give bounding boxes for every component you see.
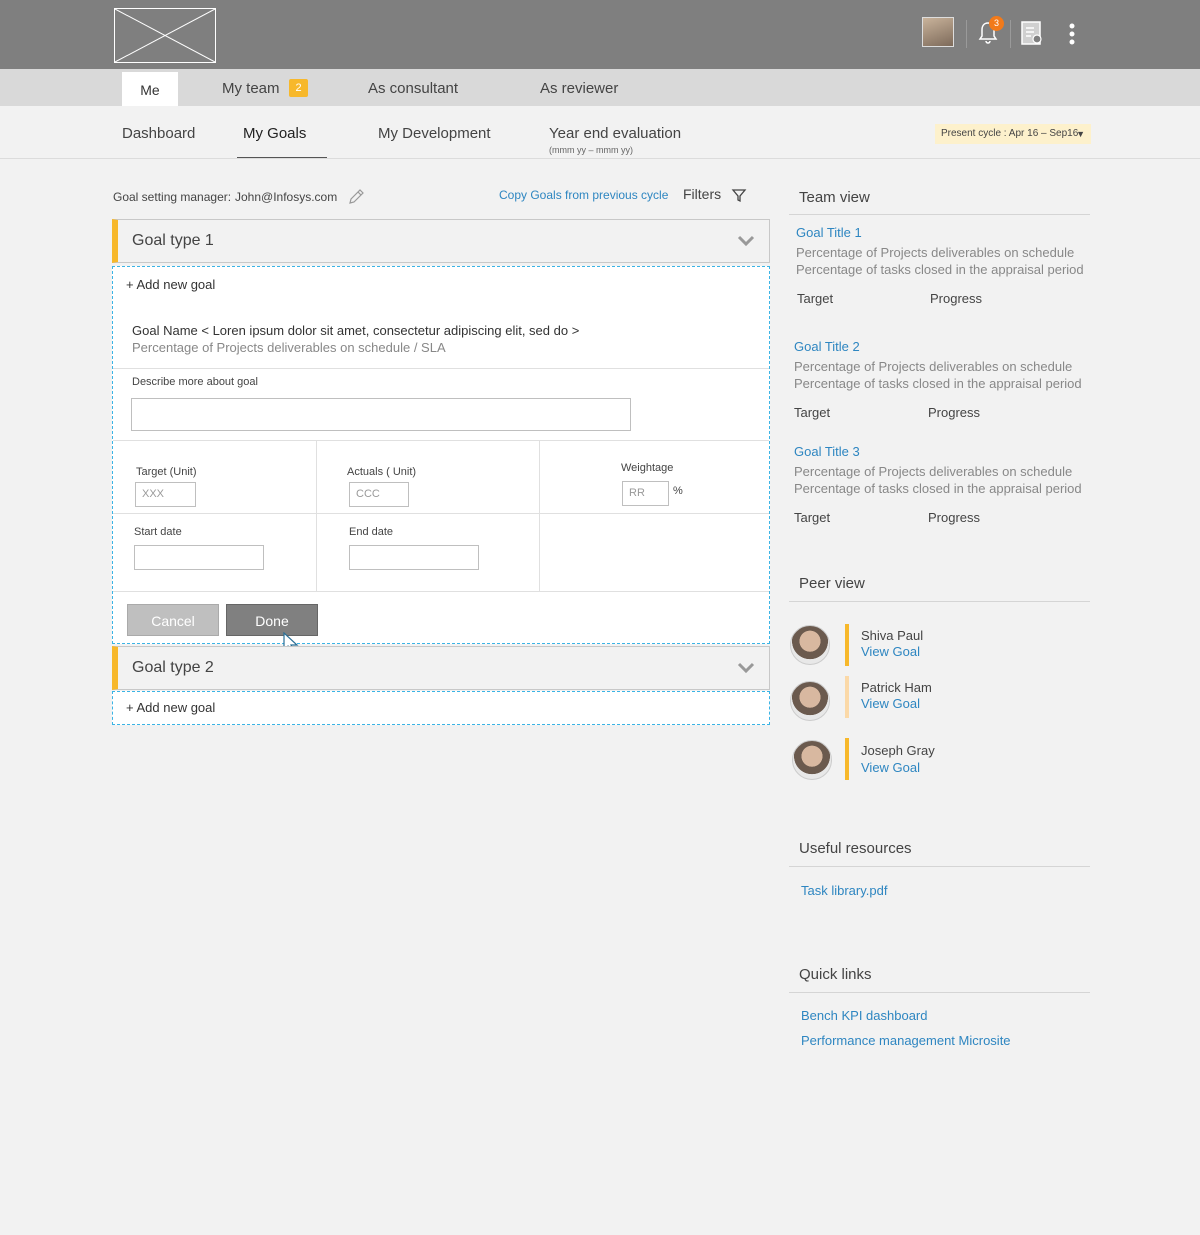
divider xyxy=(113,368,769,369)
peer-avatar xyxy=(792,740,832,780)
peer-name: Joseph Gray xyxy=(861,743,935,758)
view-goal-link[interactable]: View Goal xyxy=(861,760,920,775)
goal-subtitle: Percentage of Projects deliverables on s… xyxy=(132,340,446,355)
filter-icon[interactable] xyxy=(731,187,747,203)
more-menu-icon[interactable] xyxy=(1064,20,1080,48)
divider xyxy=(789,992,1090,993)
quick-link[interactable]: Bench KPI dashboard xyxy=(801,1008,927,1023)
divider xyxy=(113,440,769,441)
divider xyxy=(316,440,317,591)
actuals-input[interactable]: CCC xyxy=(349,482,409,507)
team-goal-progress: Progress xyxy=(930,291,983,306)
subnav-year-end-evaluation[interactable]: Year end evaluation xyxy=(549,125,681,142)
tab-as-consultant[interactable]: As consultant xyxy=(368,80,458,97)
peer-accent-bar xyxy=(845,676,849,718)
team-goal-progress: Progress xyxy=(928,405,981,420)
goal-type-1-label: Goal type 1 xyxy=(132,232,214,249)
cycle-selector[interactable]: Present cycle : Apr 16 – Sep16 ▼ xyxy=(935,124,1091,144)
resource-link[interactable]: Task library.pdf xyxy=(801,883,887,898)
goal-type-2-header[interactable]: Goal type 2 xyxy=(112,646,770,690)
team-goal-target: Target xyxy=(794,510,831,525)
add-new-goal-link[interactable]: + Add new goal xyxy=(126,700,215,715)
notification-badge: 3 xyxy=(989,16,1004,31)
cancel-button[interactable]: Cancel xyxy=(127,604,219,636)
peer-avatar xyxy=(790,625,830,665)
divider xyxy=(789,214,1090,215)
goal-type-1-header[interactable]: Goal type 1 xyxy=(112,219,770,263)
team-goal-line2: Percentage of tasks closed in the apprai… xyxy=(794,376,1082,391)
peer-accent-bar xyxy=(845,738,849,780)
end-date-label: End date xyxy=(349,526,394,538)
team-goal-title[interactable]: Goal Title 2 xyxy=(794,339,860,354)
peer-avatar xyxy=(790,681,830,721)
done-button[interactable]: Done xyxy=(226,604,318,636)
divider xyxy=(113,513,769,514)
manager-email: John@Infosys.com xyxy=(235,190,338,204)
goal-name: Goal Name < Loren ipsum dolor sit amet, … xyxy=(132,323,580,338)
goal-form-panel: + Add new goal Goal Name < Loren ipsum d… xyxy=(112,266,770,644)
actuals-label: Actuals ( Unit) xyxy=(347,466,417,478)
tab-me[interactable]: Me xyxy=(122,72,178,106)
divider xyxy=(1010,20,1011,48)
subnav-my-development[interactable]: My Development xyxy=(378,125,491,142)
peer-view-heading: Peer view xyxy=(799,575,865,592)
describe-goal-input[interactable] xyxy=(131,398,631,431)
divider xyxy=(966,20,967,48)
team-view-heading: Team view xyxy=(799,189,870,206)
weightage-input[interactable]: RR xyxy=(622,481,669,506)
tab-my-team[interactable]: My team xyxy=(222,80,280,97)
peer-accent-bar xyxy=(845,624,849,666)
report-icon[interactable] xyxy=(1020,20,1044,46)
my-team-count-badge: 2 xyxy=(289,79,308,97)
tab-as-reviewer[interactable]: As reviewer xyxy=(540,80,618,97)
copy-goals-link[interactable]: Copy Goals from previous cycle xyxy=(499,188,668,202)
divider xyxy=(789,601,1090,602)
describe-label: Describe more about goal xyxy=(132,376,258,388)
subnav-divider xyxy=(0,158,1200,159)
start-date-label: Start date xyxy=(134,526,182,538)
percent-sign: % xyxy=(673,485,683,497)
target-input[interactable]: XXX xyxy=(135,482,196,507)
peer-name: Patrick Ham xyxy=(861,680,932,695)
goal-type-2-label: Goal type 2 xyxy=(132,659,214,676)
add-new-goal-link[interactable]: + Add new goal xyxy=(126,277,215,292)
team-goal-line1: Percentage of Projects deliverables on s… xyxy=(796,245,1075,260)
chevron-down-icon xyxy=(737,235,755,247)
chevron-down-icon: ▼ xyxy=(1076,129,1085,139)
divider xyxy=(113,591,769,592)
team-goal-target: Target xyxy=(794,405,831,420)
team-goal-line1: Percentage of Projects deliverables on s… xyxy=(794,359,1073,374)
subnav-my-goals[interactable]: My Goals xyxy=(243,125,306,142)
subnav-dashboard[interactable]: Dashboard xyxy=(122,125,195,142)
filters-button[interactable]: Filters xyxy=(683,186,721,202)
goal-type-2-panel: + Add new goal xyxy=(112,691,770,725)
team-goal-title[interactable]: Goal Title 1 xyxy=(796,225,862,240)
manager-label: Goal setting manager: xyxy=(113,190,232,204)
team-goal-title[interactable]: Goal Title 3 xyxy=(794,444,860,459)
weightage-label: Weightage xyxy=(621,462,674,474)
cycle-label: Present cycle : Apr 16 – Sep16 xyxy=(941,128,1079,139)
end-date-input[interactable] xyxy=(349,545,479,570)
divider xyxy=(789,866,1090,867)
logo-placeholder-icon xyxy=(114,8,216,63)
view-goal-link[interactable]: View Goal xyxy=(861,696,920,711)
user-avatar[interactable] xyxy=(922,17,954,47)
logo-placeholder[interactable] xyxy=(114,8,216,63)
quick-links-heading: Quick links xyxy=(799,966,872,983)
team-goal-line1: Percentage of Projects deliverables on s… xyxy=(794,464,1073,479)
quick-link[interactable]: Performance management Microsite xyxy=(801,1033,1011,1048)
team-goal-line2: Percentage of tasks closed in the apprai… xyxy=(796,262,1084,277)
view-goal-link[interactable]: View Goal xyxy=(861,644,920,659)
peer-name: Shiva Paul xyxy=(861,628,924,643)
chevron-down-icon xyxy=(737,662,755,674)
start-date-input[interactable] xyxy=(134,545,264,570)
year-end-date-hint: (mmm yy – mmm yy) xyxy=(549,145,633,155)
divider xyxy=(539,440,540,591)
resources-heading: Useful resources xyxy=(799,840,912,857)
target-label: Target (Unit) xyxy=(136,466,197,478)
pencil-icon[interactable] xyxy=(347,188,365,206)
team-goal-target: Target xyxy=(797,291,834,306)
team-goal-line2: Percentage of tasks closed in the apprai… xyxy=(794,481,1082,496)
team-goal-progress: Progress xyxy=(928,510,981,525)
